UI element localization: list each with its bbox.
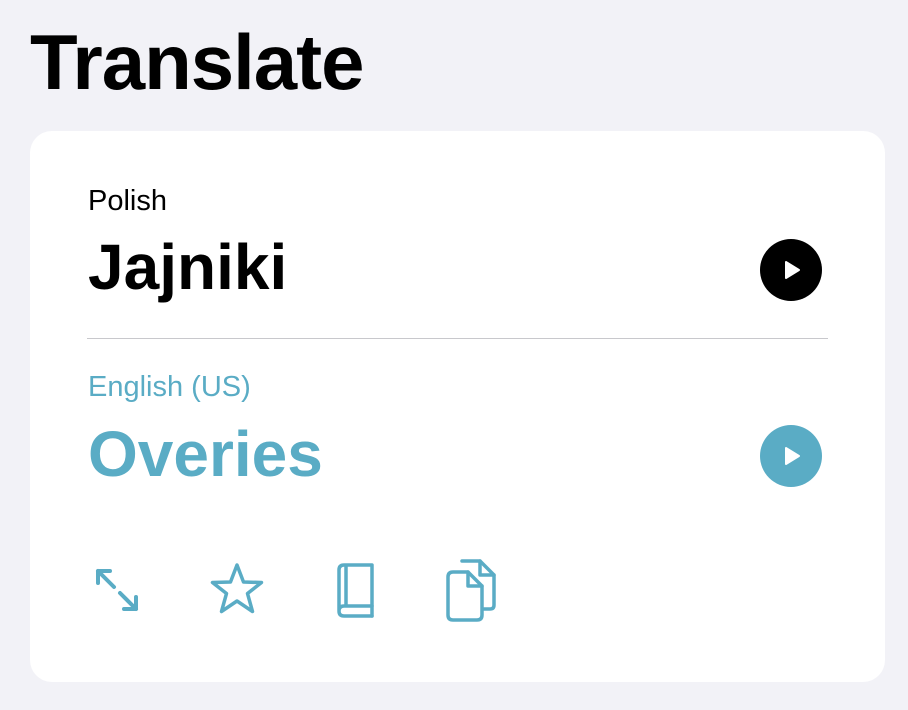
play-target-button[interactable] (760, 425, 822, 487)
target-text: Overies (88, 418, 323, 490)
play-icon (785, 447, 800, 465)
translation-card: Polish Jajniki English (US) Overies (30, 131, 885, 682)
source-language-label: Polish (88, 185, 167, 217)
play-icon (785, 261, 800, 279)
target-language-label: English (US) (88, 371, 251, 403)
expand-button[interactable] (84, 557, 150, 623)
dictionary-button[interactable] (322, 557, 388, 623)
favorite-button[interactable] (204, 557, 270, 623)
source-text: Jajniki (88, 231, 288, 303)
book-icon (337, 563, 374, 618)
star-icon (210, 563, 264, 614)
expand-arrows-icon (96, 569, 138, 611)
copy-button[interactable] (438, 557, 504, 623)
divider (87, 338, 828, 339)
copy-icon (446, 559, 496, 622)
page-title: Translate (30, 18, 365, 106)
play-source-button[interactable] (760, 239, 822, 301)
